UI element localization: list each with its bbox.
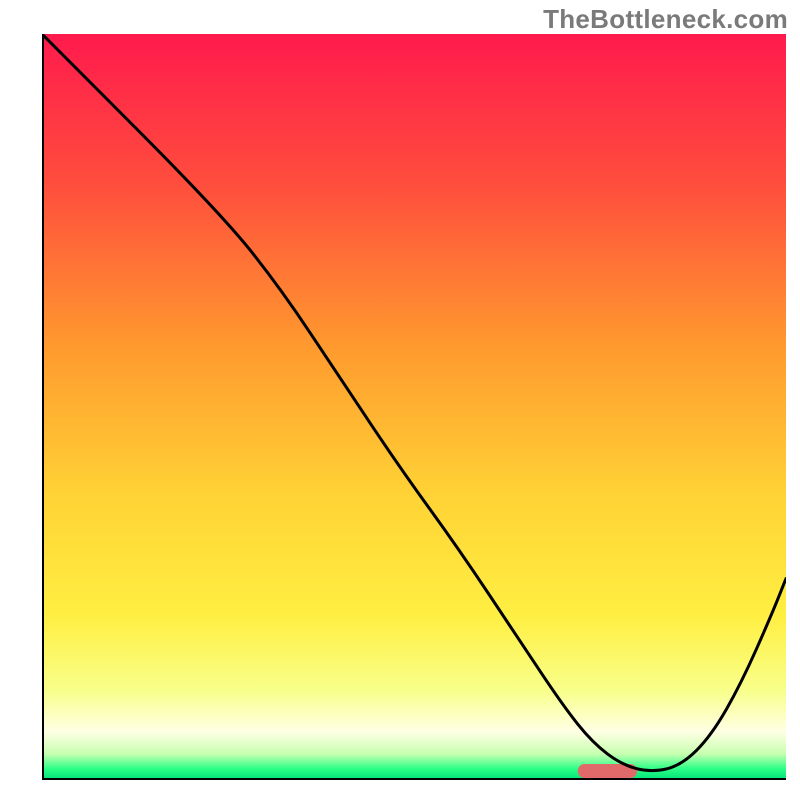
chart-container: TheBottleneck.com [0,0,800,800]
watermark-text: TheBottleneck.com [543,4,788,35]
chart-svg [42,34,786,780]
plot-area [42,34,786,780]
